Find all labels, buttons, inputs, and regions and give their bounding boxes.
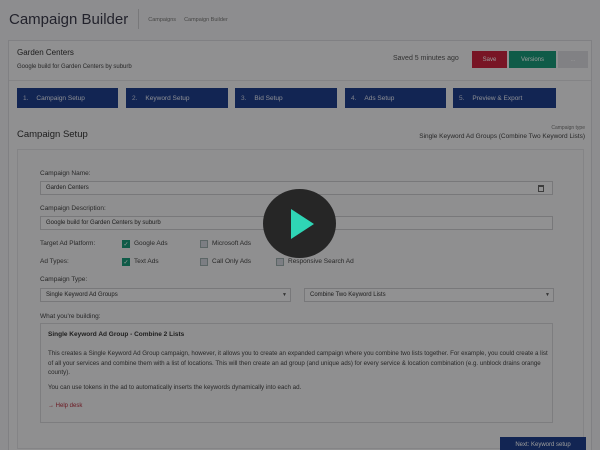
microsoft-ads-checkbox[interactable] — [200, 240, 208, 248]
step-label: Campaign Setup — [36, 94, 85, 102]
responsive-search-ad-checkbox[interactable] — [276, 258, 284, 266]
section-title: Campaign Setup — [17, 129, 88, 140]
play-button[interactable] — [263, 189, 336, 258]
step-campaign-setup[interactable]: 1. Campaign Setup — [17, 88, 118, 108]
help-desk-link[interactable]: → Help desk — [48, 403, 82, 409]
check-icon: ✓ — [123, 259, 129, 266]
ad-types-label: Ad Types: — [40, 258, 69, 265]
info-title: Single Keyword Ad Group - Combine 2 List… — [48, 331, 185, 338]
target-platform-label: Target Ad Platform: — [40, 240, 96, 247]
saved-status: Saved 5 minutes ago — [393, 55, 459, 62]
app-title: Campaign Builder — [9, 10, 129, 28]
campaign-type-select[interactable]: Single Keyword Ad Groups ▼ — [40, 288, 291, 302]
step-number: 3. — [241, 94, 247, 102]
campaign-name-label: Campaign Name: — [40, 170, 91, 177]
step-number: 2. — [132, 94, 138, 102]
chevron-down-icon: ▼ — [545, 292, 550, 298]
step-number: 1. — [23, 94, 29, 102]
combine-type-select[interactable]: Combine Two Keyword Lists ▼ — [304, 288, 554, 302]
breadcrumb-item-campaign-builder: Campaign Builder — [184, 17, 228, 23]
info-box: Single Keyword Ad Group - Combine 2 List… — [40, 323, 553, 423]
step-label: Bid Setup — [254, 94, 283, 102]
campaign-type-field-label: Campaign Type: — [40, 276, 88, 283]
campaign-type-value: Single Keyword Ad Groups (Combine Two Ke… — [419, 133, 585, 140]
combine-type-selected: Combine Two Keyword Lists — [310, 292, 386, 298]
campaign-header: Garden Centers Google build for Garden C… — [9, 41, 591, 81]
breadcrumb: Campaigns Campaign Builder — [148, 17, 228, 23]
step-number: 5. — [459, 94, 465, 102]
step-number: 4. — [351, 94, 357, 102]
top-bar: Campaign Builder Campaigns Campaign Buil… — [0, 0, 600, 38]
campaign-name-value: Garden Centers — [46, 185, 89, 191]
play-icon — [290, 208, 314, 239]
campaign-description-value: Google build for Garden Centers by subur… — [46, 220, 161, 226]
next-keyword-setup-button[interactable]: Next: Keyword setup — [500, 437, 586, 450]
save-button[interactable]: Save — [472, 51, 507, 68]
campaign-type-label: Campaign type — [551, 125, 585, 131]
google-ads-label: Google Ads — [134, 240, 168, 247]
step-bid-setup[interactable]: 3. Bid Setup — [235, 88, 337, 108]
divider — [138, 9, 140, 29]
google-ads-checkbox[interactable]: ✓ — [122, 240, 130, 248]
chevron-down-icon: ▼ — [282, 292, 287, 298]
campaign-type-selected: Single Keyword Ad Groups — [46, 292, 118, 298]
building-label: What you're building: — [40, 313, 101, 320]
call-only-ads-checkbox[interactable] — [200, 258, 208, 266]
calendar-icon[interactable] — [538, 185, 544, 192]
step-keyword-setup[interactable]: 2. Keyword Setup — [126, 88, 228, 108]
campaign-name: Garden Centers — [17, 48, 74, 57]
responsive-search-ad-label: Responsive Search Ad — [288, 258, 354, 265]
info-body-tokens: You can use tokens in the ad to automati… — [48, 384, 302, 391]
check-icon: ✓ — [123, 241, 129, 248]
call-only-ads-label: Call Only Ads — [212, 258, 252, 265]
text-ads-checkbox[interactable]: ✓ — [122, 258, 130, 266]
step-ads-setup[interactable]: 4. Ads Setup — [345, 88, 446, 108]
step-preview-export[interactable]: 5. Preview & Export — [453, 88, 556, 108]
breadcrumb-item-campaigns[interactable]: Campaigns — [148, 17, 176, 23]
microsoft-ads-label: Microsoft Ads — [212, 240, 252, 247]
campaign-description-label: Campaign Description: — [40, 205, 106, 212]
step-label: Preview & Export — [472, 94, 523, 102]
campaign-description: Google build for Garden Centers by subur… — [17, 64, 132, 70]
text-ads-label: Text Ads — [134, 258, 159, 265]
versions-button[interactable]: Versions — [509, 51, 556, 68]
step-label: Ads Setup — [364, 94, 395, 102]
info-body: This creates a Single Keyword Ad Group c… — [48, 350, 548, 376]
step-label: Keyword Setup — [145, 94, 190, 102]
more-button[interactable]: ... — [558, 51, 588, 68]
